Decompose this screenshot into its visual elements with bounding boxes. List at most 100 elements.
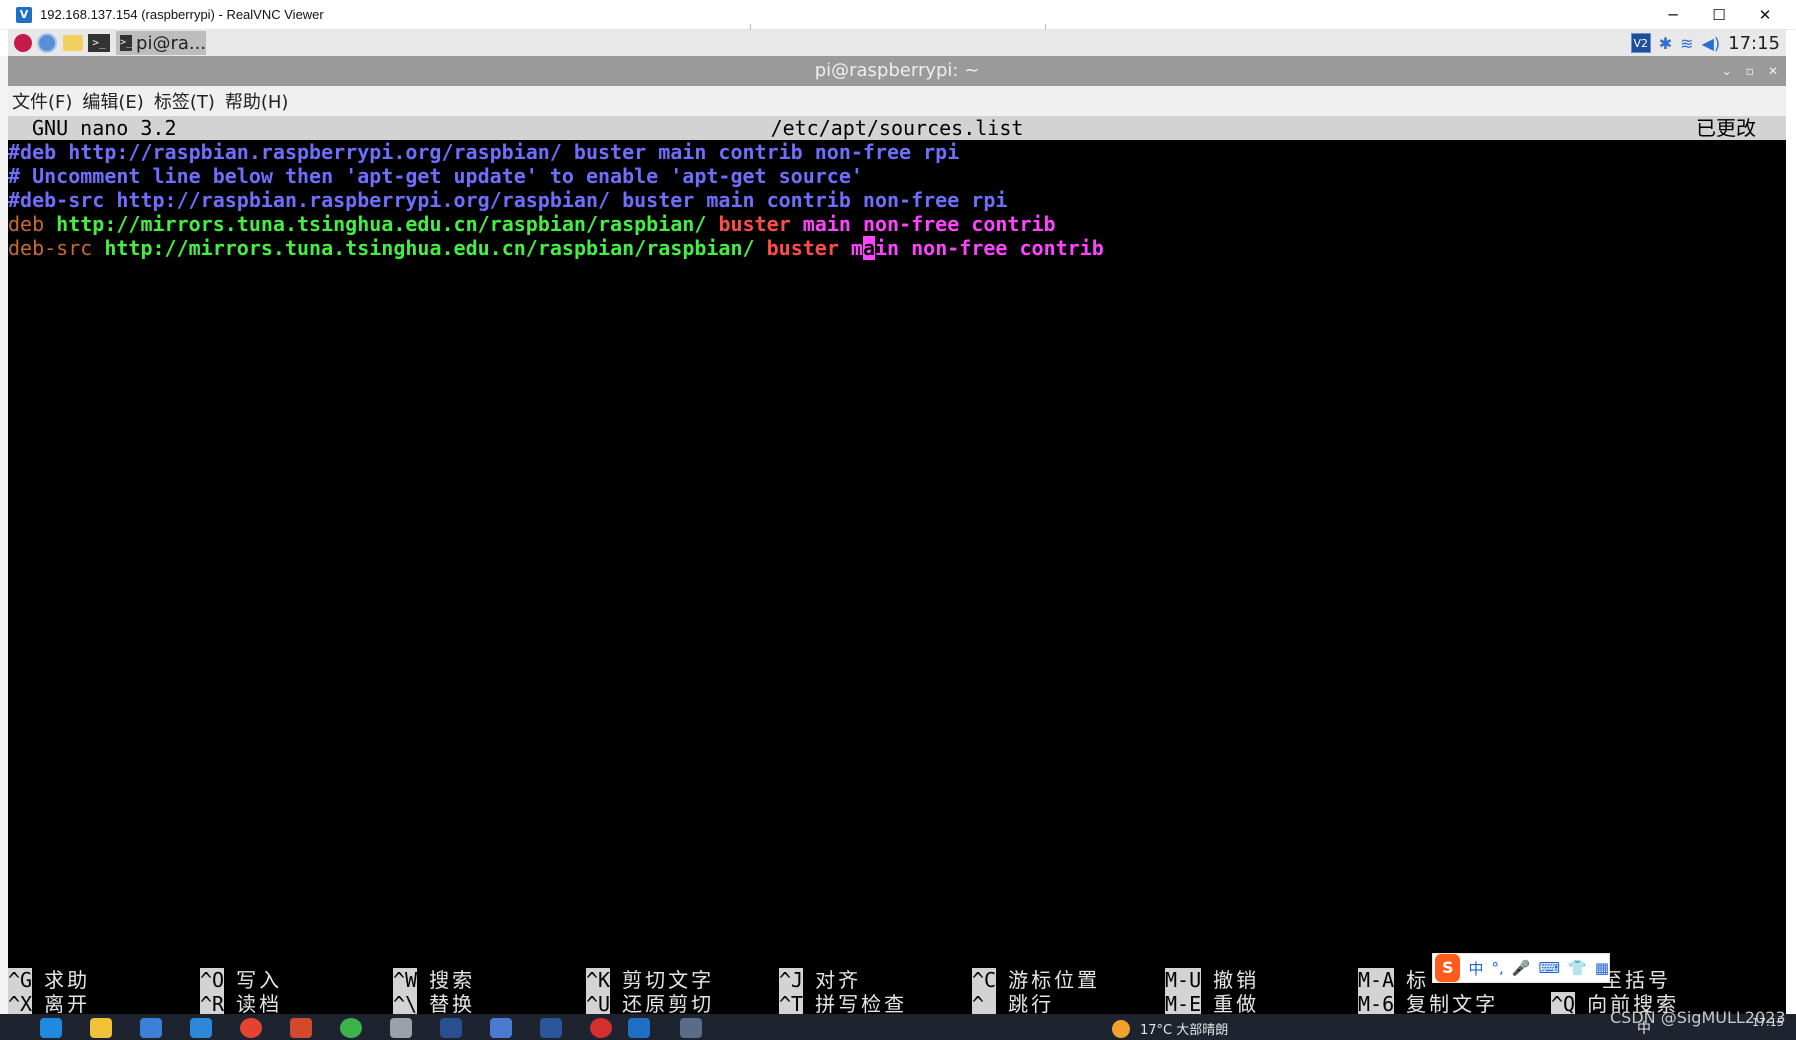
vnc-server-icon[interactable]: V2 [1630, 33, 1651, 53]
terminal-launcher[interactable]: >_ [88, 32, 110, 54]
weather-icon [1112, 1020, 1130, 1038]
wifi-icon[interactable]: ≋ [1680, 34, 1693, 53]
shortcut-label: 剪切文字 [622, 968, 715, 992]
shortcut-goto-line[interactable]: ^_ 跳行 [972, 992, 1054, 1016]
shortcut-cut[interactable]: ^K 剪切文字 [586, 968, 714, 992]
shortcut-key: ^R [200, 992, 225, 1016]
weather-text[interactable]: 17°C 大部晴朗 [1140, 1019, 1228, 1038]
menu-help[interactable]: 帮助(H) [225, 88, 289, 114]
realvnc-logo-icon: V [16, 6, 32, 23]
maximize-button[interactable]: ☐ [1696, 0, 1742, 30]
shortcut-label: 拼写检查 [815, 992, 908, 1016]
menu-file[interactable]: 文件(F) [12, 88, 72, 114]
source-line-1[interactable]: #deb http://raspbian.raspberrypi.org/ras… [8, 140, 959, 164]
ime-mode-button[interactable]: 中 [1468, 958, 1483, 979]
minimize-button[interactable]: ─ [1650, 0, 1696, 30]
line-suite: buster [718, 212, 791, 236]
edge-icon[interactable] [40, 1018, 62, 1038]
shortcut-help[interactable]: ^G 求助 [8, 968, 90, 992]
text-cursor: a [862, 236, 875, 260]
chrome-icon[interactable] [240, 1018, 262, 1038]
shortcut-uncut[interactable]: ^U 还原剪切 [586, 992, 714, 1016]
shortcut-spell[interactable]: ^T 拼写检查 [779, 992, 907, 1016]
pi-top-panel: >_ >_ pi@ra... V2 ✱ ≋ ◀) 17:15 [8, 30, 1786, 56]
source-line-5[interactable]: deb-src http://mirrors.tuna.tsinghua.edu… [8, 236, 1104, 260]
source-line-2[interactable]: # Uncomment line below then 'apt-get upd… [8, 164, 863, 188]
terminal-window-title: pi@raspberrypi: ~ [814, 60, 980, 81]
shortcut-redo[interactable]: M-E 重做 [1165, 992, 1259, 1016]
settings-icon[interactable] [390, 1018, 412, 1038]
shortcut-search[interactable]: ^W 搜索 [393, 968, 475, 992]
mail-icon[interactable] [190, 1018, 212, 1038]
maximize-icon[interactable]: ▫ [1746, 56, 1754, 86]
shortcut-undo[interactable]: M-U 撤销 [1165, 968, 1259, 992]
realvnc-taskbar-icon[interactable] [628, 1018, 650, 1038]
network-tool-icon[interactable] [680, 1018, 702, 1038]
panel-clock: 17:15 [1728, 32, 1780, 54]
shortcut-label: 求助 [44, 968, 91, 992]
shortcut-key: M-A [1358, 968, 1395, 992]
shortcut-mark[interactable]: M-A 标 [1358, 968, 1429, 992]
shortcut-label: 游标位置 [1008, 968, 1101, 992]
raspberry-menu-icon[interactable] [14, 34, 32, 52]
folder-icon [63, 35, 83, 51]
shortcut-copy[interactable]: M-6 复制文字 [1358, 992, 1498, 1016]
shortcut-label: 搜索 [429, 968, 476, 992]
shortcut-label: 标 [1406, 968, 1430, 992]
shortcut-label: 复制文字 [1406, 992, 1499, 1016]
bluetooth-icon[interactable]: ✱ [1659, 34, 1672, 53]
volume-icon[interactable]: ◀) [1702, 34, 1721, 53]
shortcut-write[interactable]: ^O 写入 [200, 968, 282, 992]
punctuation-button[interactable]: °, [1492, 959, 1504, 977]
word-icon[interactable] [540, 1018, 562, 1038]
shortcut-label: 重做 [1213, 992, 1260, 1016]
vnc-titlebar: V 192.168.137.154 (raspberrypi) - RealVN… [0, 0, 1796, 32]
office-icon[interactable] [290, 1018, 312, 1038]
nano-filename: /etc/apt/sources.list [770, 116, 1024, 140]
shortcut-key: ^T [779, 992, 804, 1016]
globe-icon [37, 33, 57, 53]
line-suite: buster [766, 236, 839, 260]
windows-taskbar: 17°C 大部晴朗 中 [0, 1014, 1796, 1040]
shortcut-key: ^K [586, 968, 611, 992]
netease-music-icon[interactable] [590, 1018, 612, 1038]
shortcut-label: 跳行 [1008, 992, 1055, 1016]
shortcut-label: 写入 [236, 968, 283, 992]
shortcut-read[interactable]: ^R 读档 [200, 992, 282, 1016]
explorer-icon[interactable] [90, 1018, 112, 1038]
menu-tabs[interactable]: 标签(T) [154, 88, 215, 114]
system-tray: V2 ✱ ≋ ◀) 17:15 [1630, 30, 1780, 56]
skin-icon[interactable]: 👕 [1568, 959, 1587, 977]
terminal-area[interactable]: /etc/apt/sources.list GNU nano 3.2 已更改 #… [8, 116, 1786, 1016]
source-line-4[interactable]: deb http://mirrors.tuna.tsinghua.edu.cn/… [8, 212, 1056, 236]
host-desktop-sliver [0, 56, 8, 1014]
shortcut-justify[interactable]: ^J 对齐 [779, 968, 861, 992]
source-line-3[interactable]: #deb-src http://raspbian.raspberrypi.org… [8, 188, 1007, 212]
python-icon[interactable] [490, 1018, 512, 1038]
shortcut-replace[interactable]: ^\ 替换 [393, 992, 475, 1016]
toolbox-icon[interactable]: ▦ [1595, 959, 1609, 977]
shortcut-label: 读档 [236, 992, 283, 1016]
store-icon[interactable] [140, 1018, 162, 1038]
wechat-icon[interactable] [340, 1018, 362, 1038]
microphone-icon[interactable]: 🎤 [1512, 959, 1531, 977]
shortcut-cursor-pos[interactable]: ^C 游标位置 [972, 968, 1100, 992]
line-keyword: deb-src [8, 236, 93, 260]
shortcut-label: 至括号 [1602, 968, 1671, 992]
shortcut-exit[interactable]: ^X 离开 [8, 992, 90, 1016]
file-manager-launcher[interactable] [62, 32, 84, 54]
line-url: http://mirrors.tuna.tsinghua.edu.cn/rasp… [104, 236, 755, 260]
close-button[interactable]: ✕ [1742, 0, 1788, 30]
close-icon[interactable]: ✕ [1768, 56, 1778, 86]
shortcut-key: ^U [586, 992, 611, 1016]
menu-edit[interactable]: 编辑(E) [82, 88, 143, 114]
chevron-down-icon[interactable]: ⌄ [1722, 56, 1732, 86]
taskbar-terminal-button[interactable]: >_ pi@ra... [116, 31, 206, 55]
browser-launcher[interactable] [36, 32, 58, 54]
keyboard-icon[interactable]: ⌨ [1538, 959, 1560, 977]
line-url: http://mirrors.tuna.tsinghua.edu.cn/rasp… [56, 212, 707, 236]
steam-icon[interactable] [440, 1018, 462, 1038]
sogou-logo-icon[interactable]: S [1435, 954, 1461, 982]
shortcut-key: ^W [393, 968, 418, 992]
shortcut-key: ^_ [972, 992, 997, 1016]
